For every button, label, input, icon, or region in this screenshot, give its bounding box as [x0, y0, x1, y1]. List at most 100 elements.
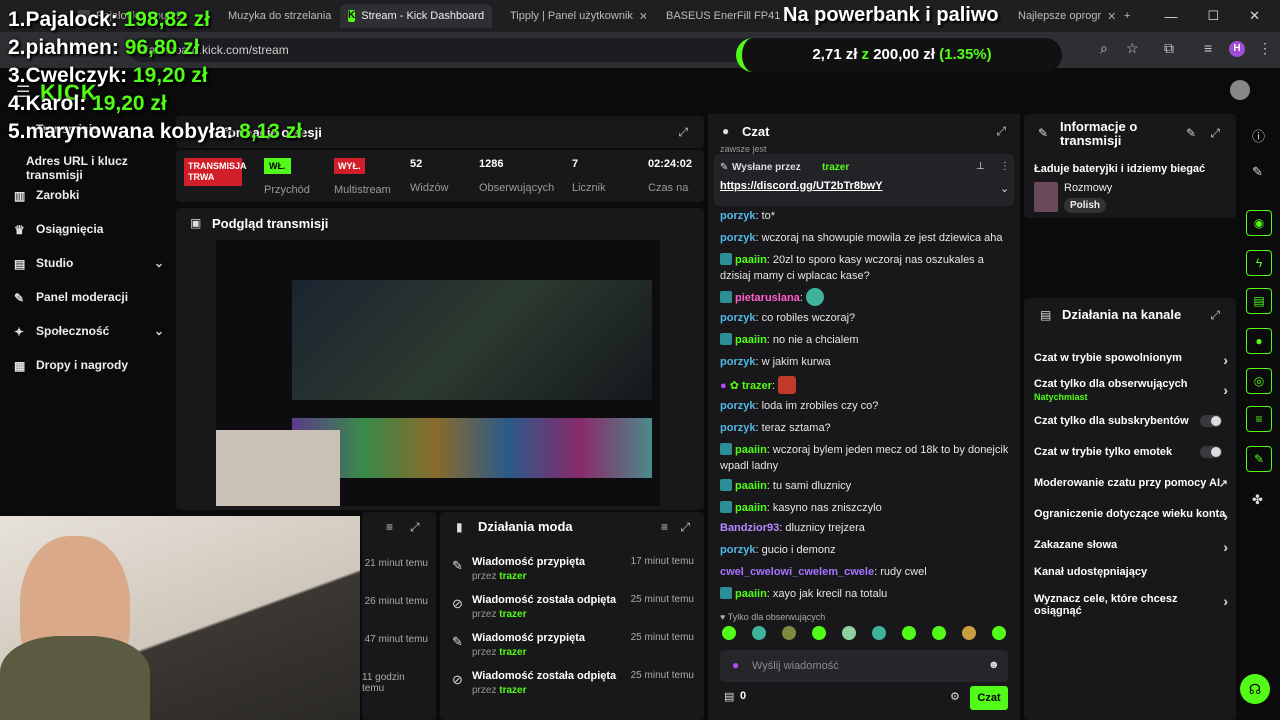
mod-action-user[interactable]: trazer [499, 571, 526, 582]
emote-icon[interactable] [992, 626, 1006, 640]
rail-button-camera[interactable]: ◉ [1246, 210, 1272, 236]
search-icon[interactable]: ⌕ [1100, 40, 1108, 57]
pin-icon[interactable]: ⊥ [976, 161, 985, 172]
playlist-icon[interactable]: ≡ [1204, 40, 1212, 56]
chat-username[interactable]: porzyk [720, 210, 755, 222]
chat-username[interactable]: porzyk [720, 312, 755, 324]
filter-icon[interactable]: ≡ [661, 520, 668, 534]
chat-username[interactable]: porzyk [720, 232, 755, 244]
info-icon[interactable]: ⓘ [1252, 126, 1265, 145]
extensions-icon[interactable]: ⧉ [1164, 40, 1174, 57]
settings-icon[interactable]: ⚙ [950, 690, 960, 703]
emote-icon[interactable] [812, 626, 826, 640]
rail-button-lightning[interactable]: ϟ [1246, 250, 1272, 276]
sidebar-item-stream-key[interactable]: Adres URL i klucz transmisji [26, 154, 172, 182]
emote-icon[interactable] [782, 626, 796, 640]
channel-action-emote-only[interactable]: Czat w trybie tylko emotek [1034, 446, 1228, 458]
expand-icon[interactable]: ⤢ [1210, 126, 1220, 141]
edit-icon[interactable]: ✎ [1186, 126, 1196, 140]
maximize-icon[interactable]: ☐ [1207, 8, 1219, 24]
channel-action-slow-mode[interactable]: Czat w trybie spowolnionym › [1034, 352, 1228, 368]
mod-action-user[interactable]: trazer [499, 685, 526, 696]
rail-button-wrench[interactable]: ✎ [1246, 446, 1272, 472]
emote-icon[interactable] [872, 626, 886, 640]
support-icon[interactable]: ☊ [1240, 674, 1270, 704]
subs-only-toggle[interactable] [1200, 415, 1222, 427]
puzzle-icon[interactable]: ✤ [1252, 492, 1263, 508]
chat-username[interactable]: trazer [742, 380, 772, 392]
chat-message-input[interactable]: Wyślij wiadomość [720, 650, 1008, 682]
new-tab-button[interactable]: + [1116, 4, 1140, 28]
send-chat-button[interactable]: Czat [970, 686, 1008, 710]
chat-username[interactable]: porzyk [720, 400, 755, 412]
category-thumbnail[interactable] [1034, 182, 1058, 212]
emote-icon[interactable] [722, 626, 736, 640]
user-avatar[interactable] [1230, 80, 1250, 100]
profile-avatar[interactable]: H [1229, 41, 1245, 57]
chat-username[interactable]: paaiin [735, 502, 767, 514]
emote-icon[interactable] [752, 626, 766, 640]
channel-action-banned-words[interactable]: Zakazane słowa › [1034, 539, 1228, 555]
chat-username[interactable]: paaiin [735, 334, 767, 346]
close-icon[interactable]: ✕ [1107, 10, 1116, 23]
sidebar-item-panel-moderacji[interactable]: ✎ Panel moderacji [14, 290, 164, 305]
chat-username[interactable]: paaiin [735, 254, 767, 266]
minimize-icon[interactable]: — [1164, 9, 1177, 24]
close-icon[interactable]: ✕ [639, 10, 646, 23]
chevron-down-icon[interactable]: ⌄ [1000, 182, 1009, 195]
browser-tab-active[interactable]: K Stream - Kick Dashboard ✕ [340, 4, 492, 28]
chat-username[interactable]: paaiin [735, 480, 767, 492]
category-label[interactable]: Rozmowy [1064, 182, 1112, 194]
pinned-link[interactable]: https://discord.gg/UT2bTr8bwY [720, 180, 883, 192]
emote-icon[interactable] [842, 626, 856, 640]
expand-icon[interactable]: ⤢ [1210, 308, 1220, 323]
sidebar-item-spolecznosc[interactable]: ✦ Społeczność ⌄ [14, 324, 164, 339]
chat-username[interactable]: porzyk [720, 356, 755, 368]
channel-action-ai-moderation[interactable]: Moderowanie czatu przy pomocy AI ↗ [1034, 477, 1228, 490]
kebab-menu-icon[interactable]: ⋮ [1000, 161, 1010, 172]
channel-action-followers-only[interactable]: Czat tylko dla obserwujących Natychmiast › [1034, 378, 1228, 402]
filter-icon[interactable]: ≡ [386, 520, 393, 534]
chat-username[interactable]: pietaruslana [735, 292, 800, 304]
sidebar-item-zarobki[interactable]: ▥ Zarobki [14, 188, 164, 203]
chat-username[interactable]: paaiin [735, 444, 767, 456]
sidebar-item-studio[interactable]: ▤ Studio ⌄ [14, 256, 164, 271]
pinned-user[interactable]: trazer [822, 162, 849, 173]
chat-username[interactable]: porzyk [720, 422, 755, 434]
emoji-icon[interactable]: ☻ [988, 659, 1000, 671]
rail-button-broadcast[interactable]: ◎ [1246, 368, 1272, 394]
edit-icon[interactable]: ✎ [1252, 164, 1263, 180]
sidebar-item-dropy[interactable]: ▦ Dropy i nagrody [14, 358, 164, 373]
channel-action-subs-only[interactable]: Czat tylko dla subskrybentów [1034, 415, 1228, 427]
chat-username[interactable]: Bandzior93 [720, 522, 779, 534]
emote-icon[interactable] [902, 626, 916, 640]
revenue-toggle[interactable]: WŁ. [264, 158, 291, 174]
expand-icon[interactable]: ⤢ [680, 520, 690, 535]
mod-action-user[interactable]: trazer [499, 647, 526, 658]
channel-action-goals[interactable]: Wyznacz cele, które chcesz osiągnąć › [1034, 593, 1228, 617]
rail-button-list[interactable]: ≡ [1246, 406, 1272, 432]
emote-icon[interactable] [962, 626, 976, 640]
chat-username[interactable]: cwel_cwelowi_cwelem_cwele [720, 566, 874, 578]
browser-tab[interactable]: BASEUS EnerFill FP41 300 [652, 4, 782, 28]
kebab-menu-icon[interactable]: ⋮ [1258, 40, 1272, 57]
rail-button-chat[interactable]: ● [1246, 328, 1272, 354]
expand-icon[interactable]: ⤢ [410, 520, 420, 535]
expand-icon[interactable]: ⤢ [996, 124, 1006, 139]
star-icon[interactable]: ☆ [1126, 40, 1139, 57]
sidebar-item-osiagniecia[interactable]: ♛ Osiągnięcia [14, 222, 164, 237]
emote-icon[interactable] [932, 626, 946, 640]
browser-tab[interactable]: Tipply | Panel użytkownik ✕ [496, 4, 646, 28]
expand-icon[interactable]: ⤢ [678, 125, 688, 140]
stream-preview-video[interactable] [216, 240, 660, 506]
browser-tab[interactable]: Najlepsze oprogr ✕ [1010, 4, 1116, 28]
multistream-toggle[interactable]: WYŁ. [334, 158, 365, 174]
close-icon[interactable]: ✕ [490, 10, 492, 23]
close-window-icon[interactable]: ✕ [1249, 8, 1260, 24]
channel-action-sharing-channel[interactable]: Kanał udostępniający [1034, 566, 1228, 578]
channel-action-account-age[interactable]: Ograniczenie dotyczące wieku konta › [1034, 508, 1228, 524]
rail-button-clipboard[interactable]: ▤ [1246, 288, 1272, 314]
emote-only-toggle[interactable] [1200, 446, 1222, 458]
chat-username[interactable]: paaiin [735, 588, 767, 600]
mod-action-user[interactable]: trazer [499, 609, 526, 620]
